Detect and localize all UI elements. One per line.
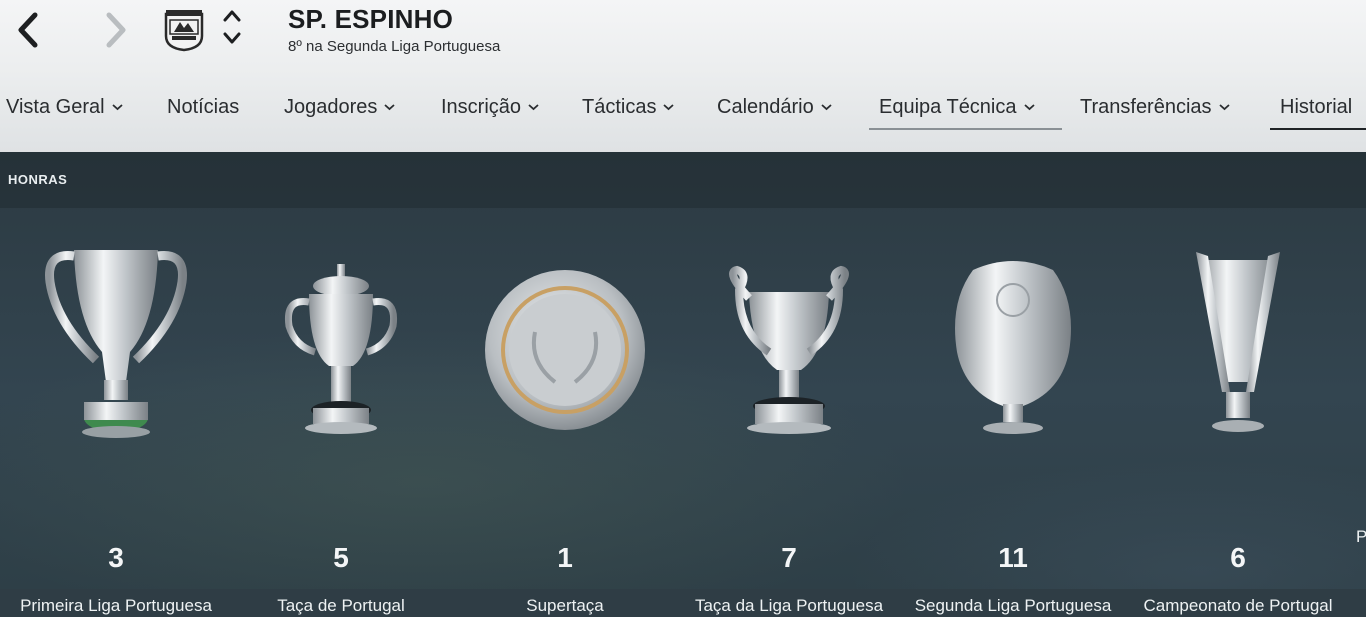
tab-label: Vista Geral [6, 95, 105, 118]
honour-item[interactable]: 1 Supertaça [450, 242, 680, 615]
honours-panel: HONRAS 3 Primeira Liga Portuguesa 5 Taça… [0, 152, 1366, 615]
tab-jogadores[interactable]: Jogadores [284, 88, 396, 126]
chevron-down-icon [1023, 104, 1035, 111]
honour-name-partial: P [1356, 527, 1366, 546]
tab-label: Tácticas [582, 95, 657, 118]
modern-cup-trophy-icon [1196, 252, 1280, 432]
handled-cup-trophy-icon [729, 265, 849, 434]
honour-item[interactable]: 5 Taça de Portugal [226, 242, 456, 615]
tab-label: Inscrição [441, 95, 522, 118]
tab-inscricao[interactable]: Inscrição [441, 88, 539, 126]
tab-transferencias[interactable]: Transferências [1080, 88, 1230, 126]
section-title: HONRAS [8, 172, 68, 187]
tab-vista-geral[interactable]: Vista Geral [6, 88, 123, 126]
tab-hover-underline [869, 128, 1062, 130]
chevron-down-icon [821, 104, 832, 111]
honour-count: 5 [333, 542, 349, 573]
forward-arrow-icon[interactable] [98, 8, 134, 52]
honour-item[interactable]: 11 Segunda Liga Portuguesa [898, 242, 1128, 615]
club-name-title: SP. ESPINHO [288, 4, 454, 34]
tab-label: Jogadores [284, 95, 378, 118]
tab-label: Transferências [1080, 95, 1212, 118]
club-tab-bar: Vista Geral Notícias Jogadores Inscrição… [0, 88, 1366, 130]
back-arrow-icon[interactable] [10, 8, 46, 52]
tab-tacticas[interactable]: Tácticas [582, 88, 675, 126]
chevron-down-icon [111, 104, 123, 111]
honour-item[interactable]: 6 Campeonato de Portugal [1123, 242, 1353, 615]
club-crest-icon[interactable] [160, 6, 208, 52]
honour-name: Primeira Liga Portuguesa [20, 596, 212, 615]
honour-count: 11 [998, 542, 1028, 573]
lidded-cup-trophy-icon [284, 264, 398, 434]
tab-active-underline [1270, 128, 1366, 130]
tab-label: Historial [1280, 95, 1353, 118]
silver-plate-trophy-icon [485, 270, 645, 430]
honour-count: 3 [108, 542, 124, 573]
shield-trophy-icon [955, 261, 1071, 434]
honour-name: Segunda Liga Portuguesa [914, 596, 1112, 615]
chevron-down-icon [528, 104, 539, 111]
tab-label: Notícias [167, 95, 240, 118]
club-header: SP. ESPINHO 8º na Segunda Liga Portugues… [0, 0, 1366, 152]
honour-count: 1 [557, 542, 573, 573]
tab-label: Equipa Técnica [879, 95, 1017, 118]
chevron-down-icon [384, 104, 396, 111]
honour-item[interactable]: 3 Primeira Liga Portuguesa [1, 242, 231, 615]
chevron-down-icon [663, 104, 675, 111]
tab-label: Calendário [717, 95, 814, 118]
tab-equipa-tecnica[interactable]: Equipa Técnica [879, 88, 1035, 126]
tab-calendario[interactable]: Calendário [717, 88, 832, 126]
honour-item[interactable]: 7 Taça da Liga Portuguesa [674, 242, 904, 615]
honour-name: Taça de Portugal [277, 596, 405, 615]
tab-historial[interactable]: Historial [1280, 88, 1352, 126]
club-switcher-updown-icon[interactable] [220, 6, 244, 48]
honour-name: Taça da Liga Portuguesa [694, 596, 884, 615]
club-league-position: 8º na Segunda Liga Portuguesa [288, 38, 501, 55]
honour-count: 6 [1230, 542, 1246, 573]
chevron-down-icon [1218, 104, 1230, 111]
tab-noticias[interactable]: Notícias [167, 88, 239, 126]
section-header: HONRAS [0, 152, 1366, 208]
honour-count: 7 [781, 542, 797, 573]
honour-name: Campeonato de Portugal [1143, 596, 1333, 615]
league-cup-trophy-icon [45, 250, 187, 438]
honour-name: Supertaça [526, 596, 604, 615]
